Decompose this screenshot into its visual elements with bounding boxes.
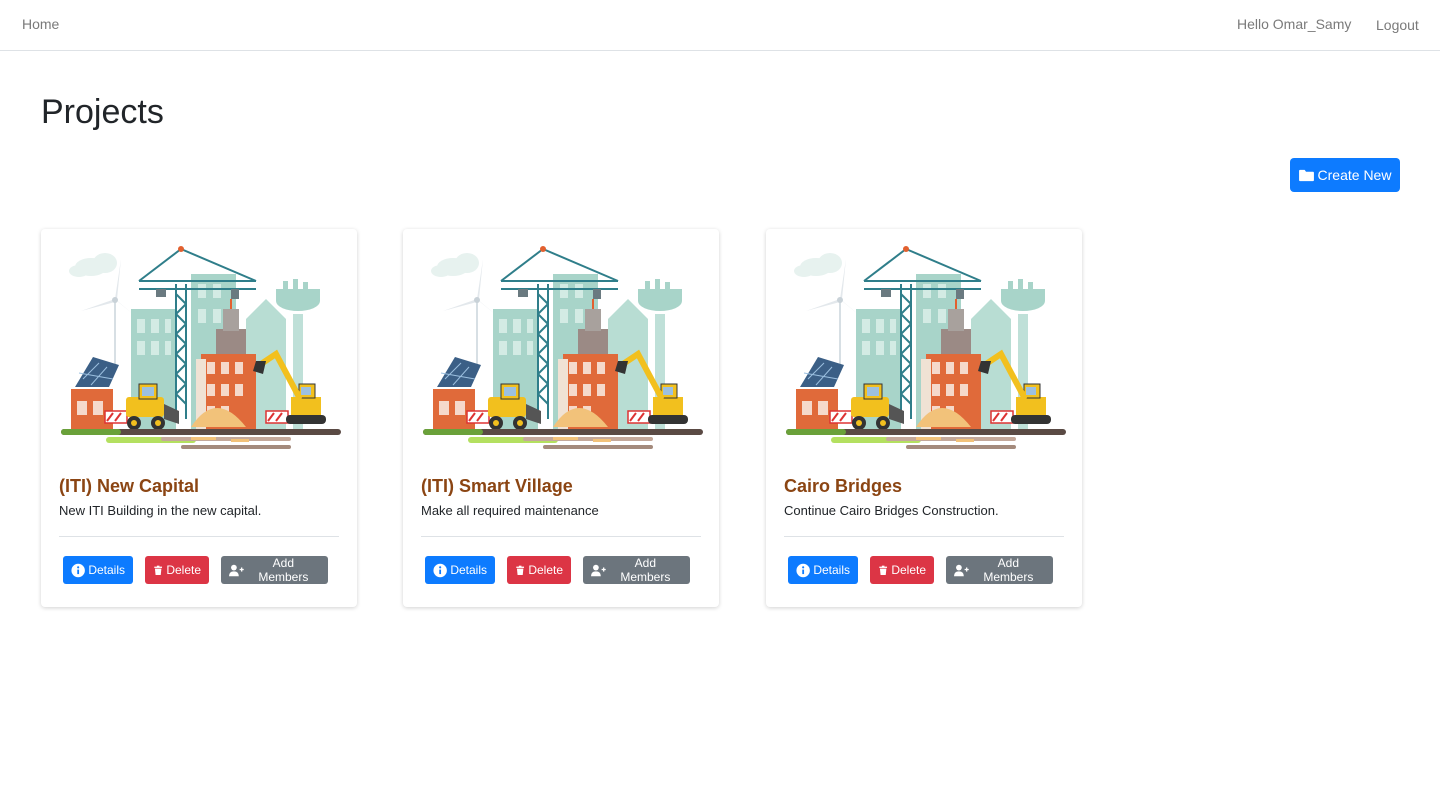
project-image <box>423 239 703 454</box>
top-navbar: Home Hello Omar_Samy Logout <box>0 0 1440 51</box>
add-members-button[interactable]: Add Members <box>946 556 1053 584</box>
details-button[interactable]: Details <box>63 556 133 584</box>
project-title: (ITI) New Capital <box>59 476 200 496</box>
user-plus-icon <box>954 564 969 576</box>
logout-link[interactable]: Logout <box>1376 17 1419 33</box>
project-description: Continue Cairo Bridges Construction. <box>784 503 999 518</box>
card-actions: Details Delete Add Members <box>788 556 1053 584</box>
add-members-label: Add Members <box>258 556 309 584</box>
add-members-label: Add Members <box>983 556 1034 584</box>
project-title: (ITI) Smart Village <box>421 476 573 496</box>
details-button[interactable]: Details <box>788 556 858 584</box>
user-plus-icon <box>591 564 606 576</box>
info-icon <box>796 563 810 577</box>
add-members-button[interactable]: Add Members <box>221 556 328 584</box>
project-card: (ITI) Smart Village Make all required ma… <box>403 229 719 607</box>
trash-icon <box>516 565 525 575</box>
delete-button[interactable]: Delete <box>870 556 934 584</box>
card-actions: Details Delete Add Members <box>425 556 690 584</box>
project-image <box>786 239 1066 454</box>
delete-button[interactable]: Delete <box>507 556 571 584</box>
delete-label: Delete <box>891 563 926 577</box>
project-image <box>61 239 341 454</box>
add-members-label: Add Members <box>620 556 671 584</box>
info-icon <box>433 563 447 577</box>
project-description: New ITI Building in the new capital. <box>59 503 262 518</box>
trash-icon <box>154 565 163 575</box>
project-card: Cairo Bridges Continue Cairo Bridges Con… <box>766 229 1082 607</box>
add-members-button[interactable]: Add Members <box>583 556 690 584</box>
user-greeting[interactable]: Hello Omar_Samy <box>1237 16 1351 32</box>
project-description: Make all required maintenance <box>421 503 599 518</box>
delete-button[interactable]: Delete <box>145 556 209 584</box>
create-new-button[interactable]: Create New <box>1290 158 1400 192</box>
project-title: Cairo Bridges <box>784 476 903 496</box>
delete-label: Delete <box>166 563 201 577</box>
project-card: (ITI) New Capital New ITI Building in th… <box>41 229 357 607</box>
details-button[interactable]: Details <box>425 556 495 584</box>
details-label: Details <box>813 563 850 577</box>
card-divider <box>421 536 701 537</box>
details-label: Details <box>88 563 125 577</box>
user-plus-icon <box>229 564 244 576</box>
card-divider <box>59 536 339 537</box>
folder-icon <box>1298 169 1314 181</box>
card-actions: Details Delete Add Members <box>63 556 328 584</box>
info-icon <box>71 563 85 577</box>
page-title: Projects <box>41 93 164 131</box>
card-divider <box>784 536 1064 537</box>
trash-icon <box>879 565 888 575</box>
create-new-label: Create New <box>1317 167 1392 183</box>
details-label: Details <box>450 563 487 577</box>
nav-home-link[interactable]: Home <box>22 16 59 32</box>
delete-label: Delete <box>528 563 563 577</box>
